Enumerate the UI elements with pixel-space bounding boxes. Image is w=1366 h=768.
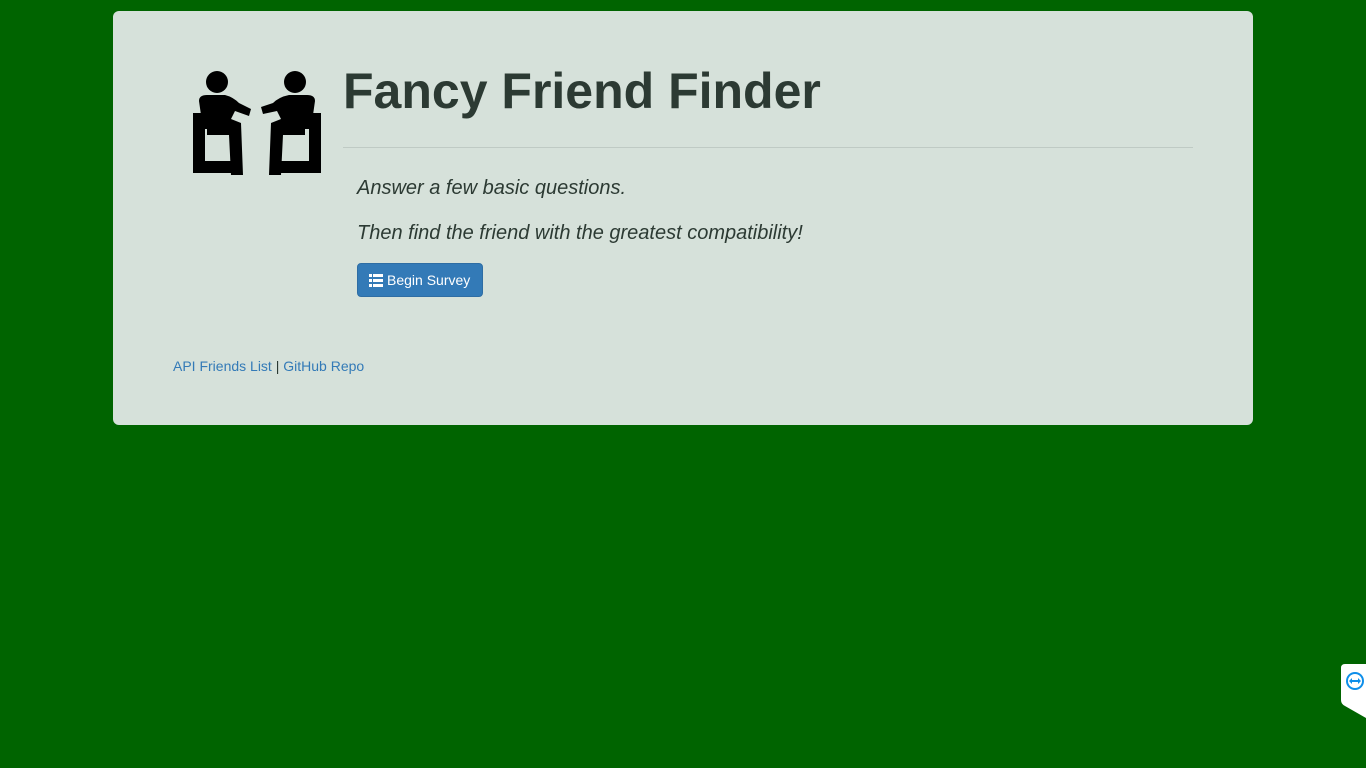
two-people-talking-icon [193, 71, 321, 175]
begin-survey-label: Begin Survey [387, 272, 471, 288]
page-title: Fancy Friend Finder [343, 63, 821, 119]
footer-separator: | [275, 358, 280, 374]
teamviewer-icon[interactable] [1341, 664, 1366, 718]
intro-line-2: Then find the friend with the greatest c… [357, 222, 803, 244]
list-icon [369, 273, 383, 287]
intro-line-1: Answer a few basic questions. [357, 177, 627, 199]
begin-survey-button[interactable]: Begin Survey [357, 263, 484, 297]
main-panel: Fancy Friend Finder Answer a few basic q… [113, 11, 1253, 425]
title-divider [343, 147, 1193, 148]
api-friends-list-link[interactable]: API Friends List [173, 358, 272, 374]
github-repo-link[interactable]: GitHub Repo [283, 358, 364, 374]
footer-links: API Friends List | GitHub Repo [173, 358, 364, 374]
